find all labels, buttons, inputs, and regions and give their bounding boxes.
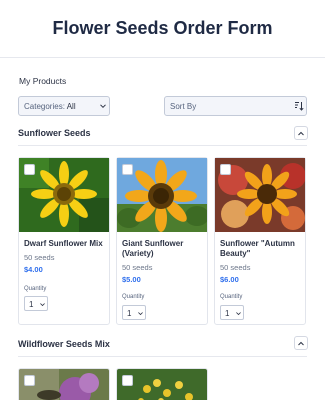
chevron-down-icon	[138, 312, 143, 316]
group-title-wildflower: Wildflower Seeds Mix	[18, 339, 110, 349]
quantity-value: 1	[225, 309, 230, 318]
product-card[interactable]: Giant Sunflower (Variety) 50 seeds $5.00…	[116, 157, 208, 325]
quantity-value: 1	[29, 300, 34, 309]
product-checkbox[interactable]	[24, 164, 35, 175]
product-price: $6.00	[220, 275, 239, 284]
product-card[interactable]: Sunflower "Autumn Beauty" 50 seeds $6.00…	[214, 157, 306, 325]
chevron-down-icon	[236, 312, 241, 316]
product-description: 50 seeds	[24, 253, 55, 262]
categories-value: All	[66, 102, 76, 111]
product-price: $4.00	[24, 265, 43, 274]
product-name: Giant Sunflower (Variety)	[122, 239, 184, 258]
group-divider	[18, 145, 307, 146]
quantity-label: Quantity	[220, 294, 243, 300]
categories-label: Categories:	[24, 102, 65, 111]
collapse-button-wildflower[interactable]	[294, 336, 308, 350]
form-header: Flower Seeds Order Form	[0, 0, 325, 58]
product-card[interactable]	[18, 368, 110, 400]
group-title-sunflower: Sunflower Seeds	[18, 128, 91, 138]
quantity-select[interactable]: 1	[122, 305, 146, 320]
quantity-label: Quantity	[24, 286, 47, 292]
sort-select[interactable]: Sort By	[164, 96, 307, 116]
categories-select[interactable]: Categories: All	[18, 96, 110, 116]
quantity-select[interactable]: 1	[220, 305, 244, 320]
product-checkbox[interactable]	[24, 375, 35, 386]
chevron-down-icon	[100, 104, 106, 109]
chevron-up-icon	[298, 131, 304, 136]
product-image-autumn-beauty	[215, 158, 305, 232]
product-image-giant-sunflower	[117, 158, 207, 232]
product-description: 50 seeds	[122, 263, 153, 272]
product-price: $5.00	[122, 275, 141, 284]
products-label: My Products	[19, 76, 67, 86]
product-card[interactable]: Dwarf Sunflower Mix 50 seeds $4.00 Quant…	[18, 157, 110, 325]
quantity-label: Quantity	[122, 294, 145, 300]
group-divider	[18, 356, 307, 357]
chevron-up-icon	[298, 341, 304, 346]
product-image-wildflower	[117, 369, 207, 400]
product-checkbox[interactable]	[220, 164, 231, 175]
product-image-dwarf-sunflower	[19, 158, 109, 232]
quantity-value: 1	[127, 309, 132, 318]
product-name: Dwarf Sunflower Mix	[24, 239, 103, 248]
chevron-down-icon	[40, 303, 45, 307]
product-name: Sunflower "Autumn Beauty"	[220, 239, 295, 258]
product-checkbox[interactable]	[122, 164, 133, 175]
sort-placeholder: Sort By	[170, 102, 197, 111]
product-image-wildflower	[19, 369, 109, 400]
quantity-select[interactable]: 1	[24, 296, 48, 311]
product-description: 50 seeds	[220, 263, 251, 272]
collapse-button-sunflower[interactable]	[294, 126, 308, 140]
product-checkbox[interactable]	[122, 375, 133, 386]
page-title: Flower Seeds Order Form	[52, 18, 273, 38]
product-card[interactable]	[116, 368, 208, 400]
sort-icon	[295, 102, 304, 111]
